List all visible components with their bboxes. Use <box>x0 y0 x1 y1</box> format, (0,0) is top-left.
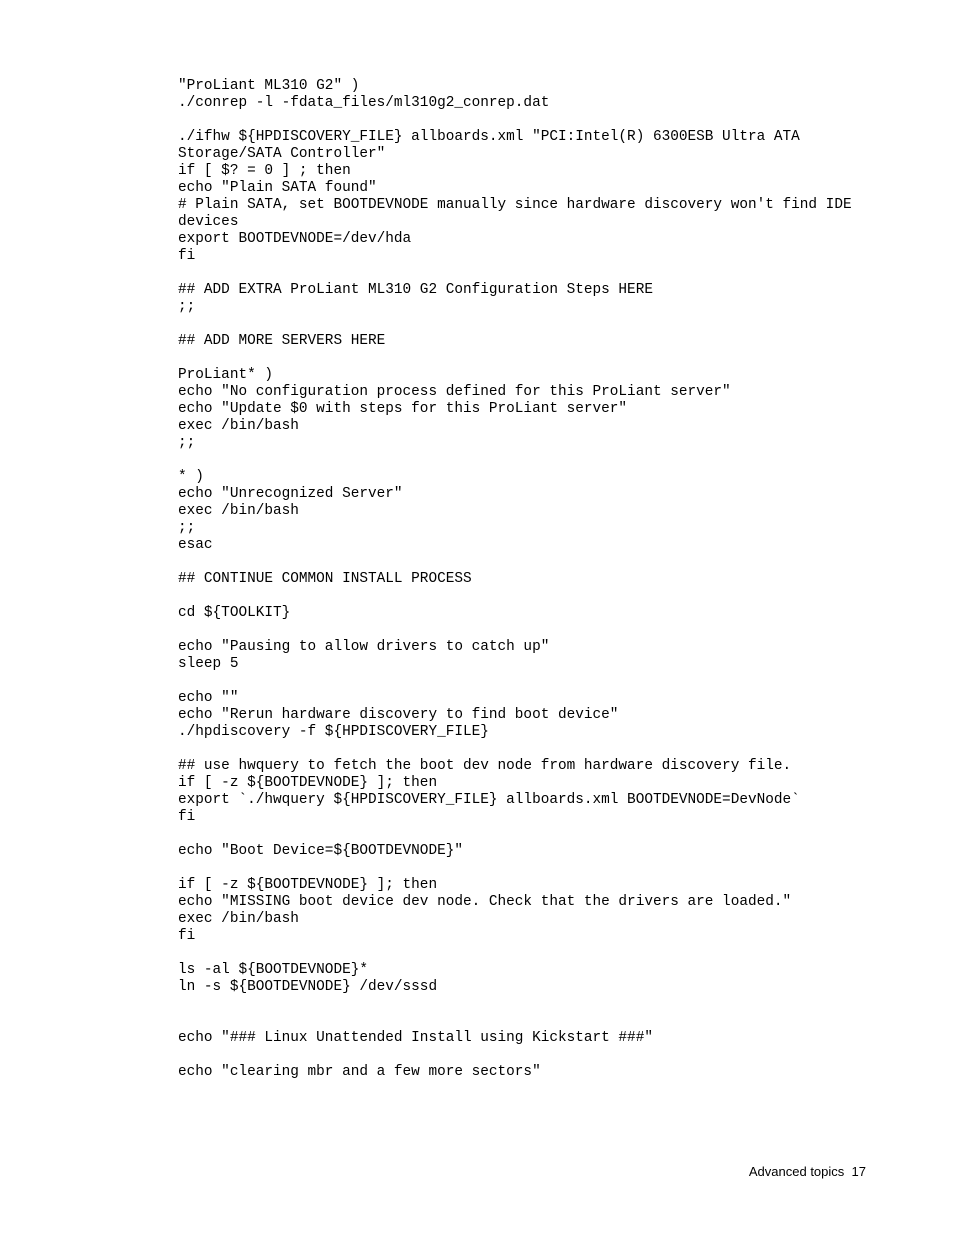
code-block: "ProLiant ML310 G2" ) ./conrep -l -fdata… <box>178 78 866 1081</box>
page-footer: Advanced topics 17 <box>749 1164 866 1179</box>
footer-section: Advanced topics <box>749 1164 844 1179</box>
document-page: "ProLiant ML310 G2" ) ./conrep -l -fdata… <box>0 0 954 1235</box>
footer-page-number: 17 <box>852 1164 866 1179</box>
